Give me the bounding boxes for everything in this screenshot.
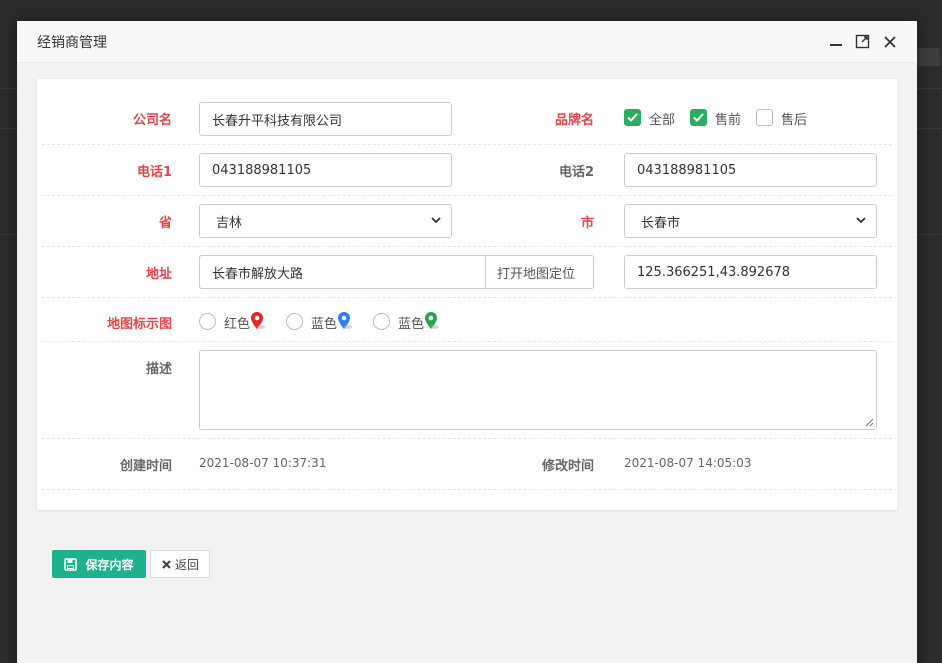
modal-header: 经销商管理	[17, 21, 917, 63]
chevron-down-icon	[856, 217, 866, 224]
resize-handle-icon[interactable]	[865, 418, 874, 427]
city-value: 长春市	[641, 215, 681, 231]
minimize-icon[interactable]	[828, 34, 843, 49]
back-button[interactable]: 返回	[150, 550, 210, 578]
close-icon[interactable]	[882, 34, 897, 49]
save-icon	[64, 557, 78, 571]
save-label: 保存内容	[85, 557, 134, 572]
row-description: 描述	[42, 342, 892, 439]
marker-radio-green[interactable]	[373, 313, 390, 330]
city-label: 市	[580, 216, 594, 231]
row-phone: 电话1 043188981105 电话2 043188981105	[42, 145, 892, 196]
description-textarea[interactable]	[199, 350, 877, 430]
phone1-label: 电话1	[136, 165, 172, 180]
green-pin-icon	[425, 312, 439, 329]
phone2-input[interactable]: 043188981105	[624, 153, 877, 187]
row-company: 公司名 长春升平科技有限公司 品牌名 全部 售前 售后	[42, 79, 892, 145]
company-input[interactable]: 长春升平科技有限公司	[199, 102, 452, 136]
province-value: 吉林	[216, 215, 243, 231]
address-label: 地址	[145, 267, 172, 282]
dealer-modal: 经销商管理 公司名 长春升平科技有限公司 品牌名 全部 售前 售后 电话1 04…	[17, 21, 917, 663]
open-map-button[interactable]: 打开地图定位	[485, 255, 594, 289]
company-label: 公司名	[132, 113, 172, 128]
row-region: 省 吉林 市 长春市	[42, 196, 892, 247]
close-x-icon	[162, 559, 171, 569]
province-select[interactable]: 吉林	[199, 204, 452, 238]
maximize-icon[interactable]	[855, 34, 870, 49]
row-timestamps: 创建时间 2021-08-07 10:37:31 修改时间 2021-08-07…	[42, 439, 892, 490]
marker-radio-red[interactable]	[199, 313, 216, 330]
city-select[interactable]: 长春市	[624, 204, 877, 238]
phone1-input[interactable]: 043188981105	[199, 153, 452, 187]
coords-input[interactable]: 125.366251,43.892678	[624, 255, 877, 289]
marker-option-label: 蓝色	[398, 317, 425, 332]
modified-label: 修改时间	[541, 459, 594, 474]
marker-radio-blue[interactable]	[286, 313, 303, 330]
modified-value: 2021-08-07 14:05:03	[624, 456, 752, 470]
brand-option-label: 全部	[649, 113, 676, 128]
red-pin-icon	[251, 312, 265, 329]
blue-pin-icon	[338, 312, 352, 329]
form-panel: 公司名 长春升平科技有限公司 品牌名 全部 售前 售后 电话1 04318898…	[37, 79, 897, 510]
phone2-label: 电话2	[558, 165, 594, 180]
marker-option-label: 红色	[224, 317, 251, 332]
chevron-down-icon	[431, 217, 441, 224]
brand-option-label: 售后	[781, 113, 808, 128]
back-label: 返回	[174, 557, 199, 572]
map-marker-label: 地图标示图	[106, 317, 172, 332]
province-label: 省	[158, 216, 172, 231]
brand-checkbox-presale[interactable]	[690, 109, 707, 126]
row-address: 地址 长春市解放大路 打开地图定位 125.366251,43.892678	[42, 247, 892, 298]
created-label: 创建时间	[119, 459, 172, 474]
description-label: 描述	[145, 362, 172, 377]
created-value: 2021-08-07 10:37:31	[199, 456, 327, 470]
brand-option-label: 售前	[715, 113, 742, 128]
background-tab	[916, 48, 940, 66]
brand-checkbox-all[interactable]	[624, 109, 641, 126]
modal-title: 经销商管理	[37, 34, 107, 51]
brand-label: 品牌名	[554, 113, 594, 128]
address-input[interactable]: 长春市解放大路	[199, 255, 486, 289]
brand-checkbox-aftersale[interactable]	[756, 109, 773, 126]
save-button[interactable]: 保存内容	[52, 550, 146, 578]
row-map-marker: 地图标示图 红色 蓝色 蓝色	[42, 298, 892, 342]
marker-option-label: 蓝色	[311, 317, 338, 332]
